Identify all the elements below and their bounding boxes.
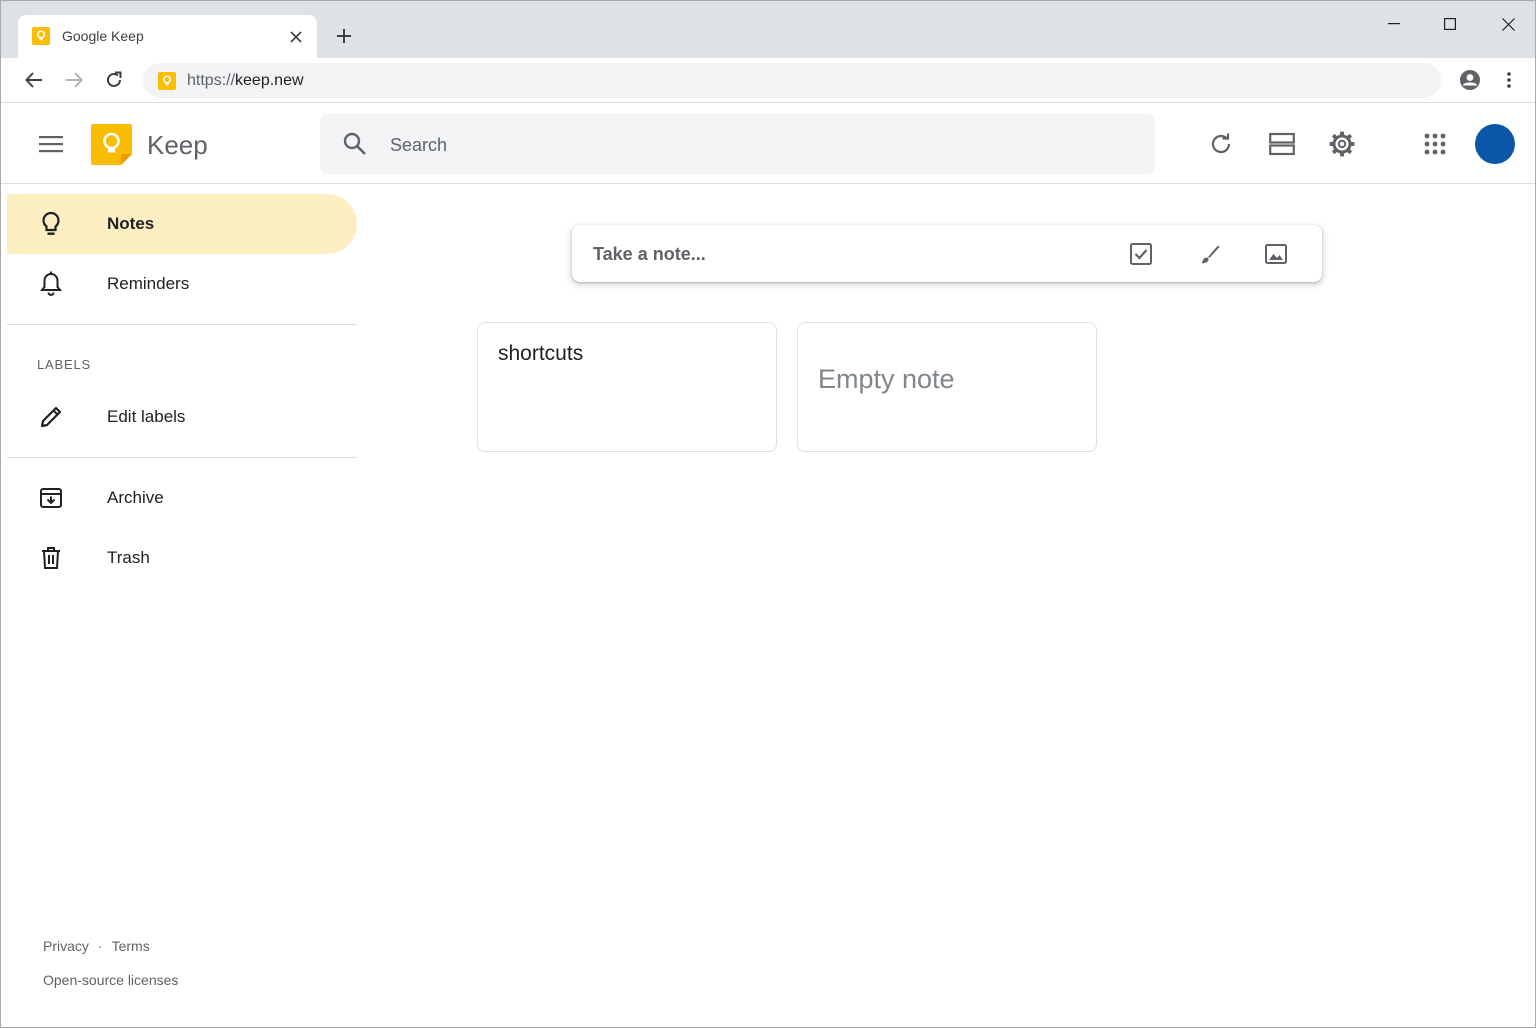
- sidebar-item-reminders[interactable]: Reminders: [7, 254, 357, 314]
- settings-gear-icon[interactable]: [1322, 124, 1362, 164]
- take-note-bar[interactable]: Take a note...: [572, 225, 1322, 282]
- sidebar-divider: [7, 457, 357, 458]
- browser-tab[interactable]: Google Keep: [18, 15, 317, 58]
- tab-close-icon[interactable]: [286, 27, 306, 47]
- footer-links: Privacy · Terms: [43, 938, 150, 954]
- trash-icon: [37, 546, 65, 570]
- sidebar-item-edit-labels[interactable]: Edit labels: [7, 387, 357, 447]
- account-avatar[interactable]: [1475, 124, 1515, 164]
- apps-grid-icon[interactable]: [1415, 124, 1455, 164]
- new-drawing-brush-icon[interactable]: [1194, 238, 1226, 270]
- note-card[interactable]: shortcuts: [477, 322, 777, 452]
- take-note-placeholder[interactable]: Take a note...: [593, 243, 706, 265]
- close-window-icon[interactable]: [1493, 9, 1523, 39]
- browser-window: Google Keep https://keep.new Keep Search…: [0, 0, 1536, 1028]
- keep-favicon-icon: [158, 72, 176, 90]
- app-name: Keep: [147, 130, 208, 160]
- terms-link[interactable]: Terms: [112, 938, 150, 954]
- main-menu-icon[interactable]: [31, 124, 71, 164]
- sidebar-item-trash[interactable]: Trash: [7, 528, 357, 588]
- lightbulb-icon: [37, 211, 65, 236]
- sidebar-item-notes[interactable]: Notes: [7, 194, 357, 254]
- profile-icon[interactable]: [1456, 66, 1484, 94]
- search-input[interactable]: [390, 132, 1090, 158]
- more-vert-icon[interactable]: [1497, 66, 1521, 94]
- app-header: Keep: [1, 104, 1535, 184]
- sidebar-item-archive[interactable]: Archive: [7, 468, 357, 528]
- back-arrow-icon[interactable]: [20, 66, 48, 94]
- forward-arrow-icon[interactable]: [60, 66, 88, 94]
- sidebar-item-label: Reminders: [107, 274, 190, 293]
- pencil-icon: [37, 405, 65, 429]
- labels-heading: LABELS: [37, 357, 91, 372]
- new-list-checkbox-icon[interactable]: [1125, 238, 1157, 270]
- keep-favicon-icon: [32, 27, 50, 45]
- privacy-link[interactable]: Privacy: [43, 938, 89, 954]
- keep-logo-icon[interactable]: [91, 124, 132, 165]
- bell-icon: [37, 271, 65, 296]
- empty-note-placeholder: Empty note: [818, 364, 955, 394]
- archive-icon: [37, 486, 65, 510]
- tab-strip: Google Keep: [1, 1, 1535, 58]
- note-title: shortcuts: [498, 342, 584, 365]
- sidebar-divider: [7, 324, 357, 325]
- licenses-link[interactable]: Open-source licenses: [43, 972, 178, 988]
- new-image-icon[interactable]: [1260, 238, 1292, 270]
- sidebar: Notes Reminders LABELS Edit labels Archi…: [1, 184, 357, 1027]
- list-view-icon[interactable]: [1262, 124, 1302, 164]
- browser-toolbar: https://keep.new: [1, 58, 1535, 103]
- url-text: https://keep.new: [187, 72, 304, 89]
- reload-icon[interactable]: [100, 66, 128, 94]
- note-card[interactable]: Empty note: [797, 322, 1097, 452]
- search-bar[interactable]: [320, 114, 1155, 174]
- address-bar[interactable]: https://keep.new: [143, 63, 1441, 98]
- refresh-icon[interactable]: [1201, 124, 1241, 164]
- sidebar-item-label: Archive: [107, 488, 164, 507]
- sidebar-item-label: Trash: [107, 548, 150, 567]
- tab-title: Google Keep: [62, 28, 144, 44]
- maximize-icon[interactable]: [1435, 9, 1465, 39]
- new-tab-icon[interactable]: [331, 23, 357, 49]
- footer-separator: ·: [97, 938, 103, 954]
- sidebar-item-label: Edit labels: [107, 407, 186, 426]
- search-icon[interactable]: [342, 131, 368, 157]
- sidebar-item-label: Notes: [107, 214, 155, 233]
- minimize-icon[interactable]: [1379, 9, 1409, 39]
